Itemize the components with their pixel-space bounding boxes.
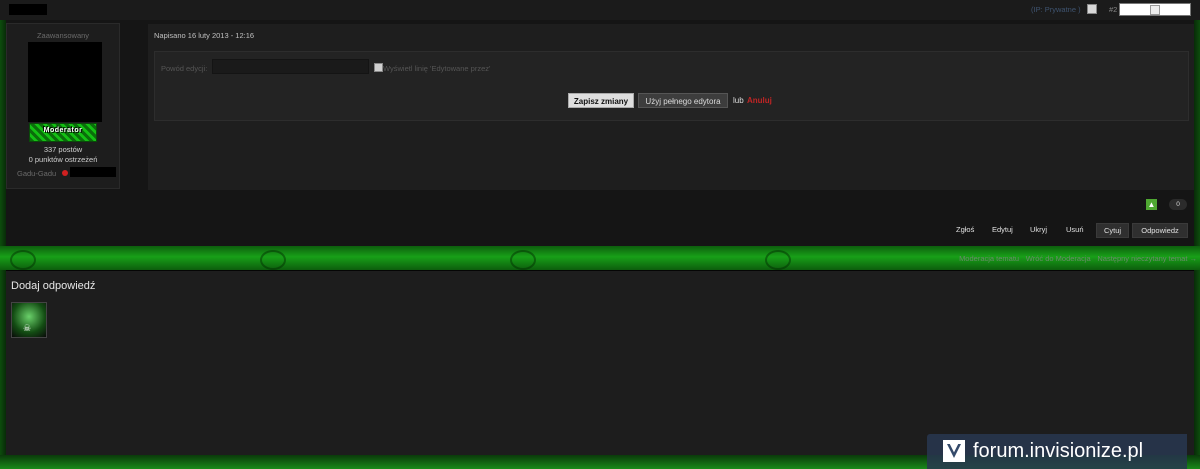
- moderator-badge: Moderator: [29, 123, 97, 142]
- hide-button[interactable]: Ukryj: [1030, 223, 1047, 236]
- show-edited-by-checkbox[interactable]: [374, 63, 383, 72]
- decorative-swirl: [765, 250, 791, 270]
- author-info-panel: Zaawansowany Moderator 337 postów 0 punk…: [6, 23, 120, 189]
- show-edited-by-label: Wyświetl linię 'Edytowane przez': [383, 64, 491, 73]
- author-name-redacted[interactable]: [9, 4, 47, 15]
- decorative-swirl: [10, 250, 36, 270]
- quote-button[interactable]: Cytuj: [1096, 223, 1129, 238]
- edit-reason-input[interactable]: [212, 59, 369, 74]
- edit-button[interactable]: Edytuj: [992, 223, 1013, 236]
- current-user-avatar: ☠: [11, 302, 47, 338]
- back-to-forum-link[interactable]: Wróć do Moderacja: [1026, 254, 1091, 263]
- right-green-border: [1194, 0, 1200, 469]
- member-rank: Zaawansowany: [36, 31, 90, 40]
- skull-icon: ☠: [23, 323, 32, 333]
- avatar[interactable]: [28, 42, 102, 122]
- save-changes-button[interactable]: Zapisz zmiany: [568, 93, 634, 108]
- reputation-count: 0: [1169, 199, 1187, 210]
- gadu-gadu-label: Gadu-Gadu: [17, 169, 57, 178]
- post-header-bar: (IP: Prywatne ) #2: [0, 0, 1200, 20]
- decorative-swirl: [510, 250, 536, 270]
- watermark-text: forum.invisionize.pl: [973, 440, 1144, 462]
- delete-button[interactable]: Usuń: [1066, 223, 1084, 236]
- quick-edit-box: Powód edycji: Wyświetl linię 'Edytowane …: [154, 51, 1189, 121]
- or-text: lub: [733, 96, 744, 105]
- watermark: forum.invisionize.pl: [927, 434, 1187, 469]
- report-button[interactable]: Zgłoś: [956, 223, 974, 236]
- post-select-dropdown[interactable]: [1119, 3, 1191, 16]
- topic-links: Moderacja tematu · Wróć do Moderacja · N…: [959, 254, 1197, 263]
- full-editor-button[interactable]: Użyj pełnego edytora: [638, 93, 728, 108]
- post-number-link[interactable]: #2: [1109, 5, 1117, 14]
- invisionize-logo-icon: [943, 440, 965, 462]
- moderation-checkbox[interactable]: [1087, 4, 1097, 14]
- broken-image-icon: [1150, 5, 1160, 15]
- ip-address-link[interactable]: (IP: Prywatne ): [1031, 5, 1081, 14]
- gadu-gadu-status-icon: [62, 170, 68, 176]
- post-count: 337 postów: [43, 145, 83, 154]
- rep-up-button[interactable]: ▲: [1146, 199, 1157, 210]
- warning-points[interactable]: 0 punktów ostrzeżeń: [7, 155, 119, 164]
- arrow-up-icon: ▲: [1147, 200, 1156, 209]
- gadu-gadu-number-redacted: [70, 167, 116, 177]
- post-container: Zaawansowany Moderator 337 postów 0 punk…: [6, 20, 1194, 246]
- add-reply-heading: Dodaj odpowiedź: [11, 280, 96, 292]
- reply-button[interactable]: Odpowiedz: [1132, 223, 1188, 238]
- topic-navigation-bar: Moderacja tematu · Wróć do Moderacja · N…: [0, 246, 1200, 270]
- next-unread-topic-link[interactable]: Następny nieczytany temat →: [1097, 254, 1197, 263]
- edit-reason-label: Powód edycji:: [161, 64, 208, 73]
- post-date: Napisano 16 luty 2013 - 12:16: [154, 31, 255, 40]
- moderate-topic-link[interactable]: Moderacja tematu: [959, 254, 1019, 263]
- add-reply-section: Dodaj odpowiedź ☠: [6, 271, 1194, 455]
- moderator-badge-label: Moderator: [43, 127, 83, 134]
- cancel-link[interactable]: Anuluj: [747, 96, 772, 105]
- decorative-swirl: [260, 250, 286, 270]
